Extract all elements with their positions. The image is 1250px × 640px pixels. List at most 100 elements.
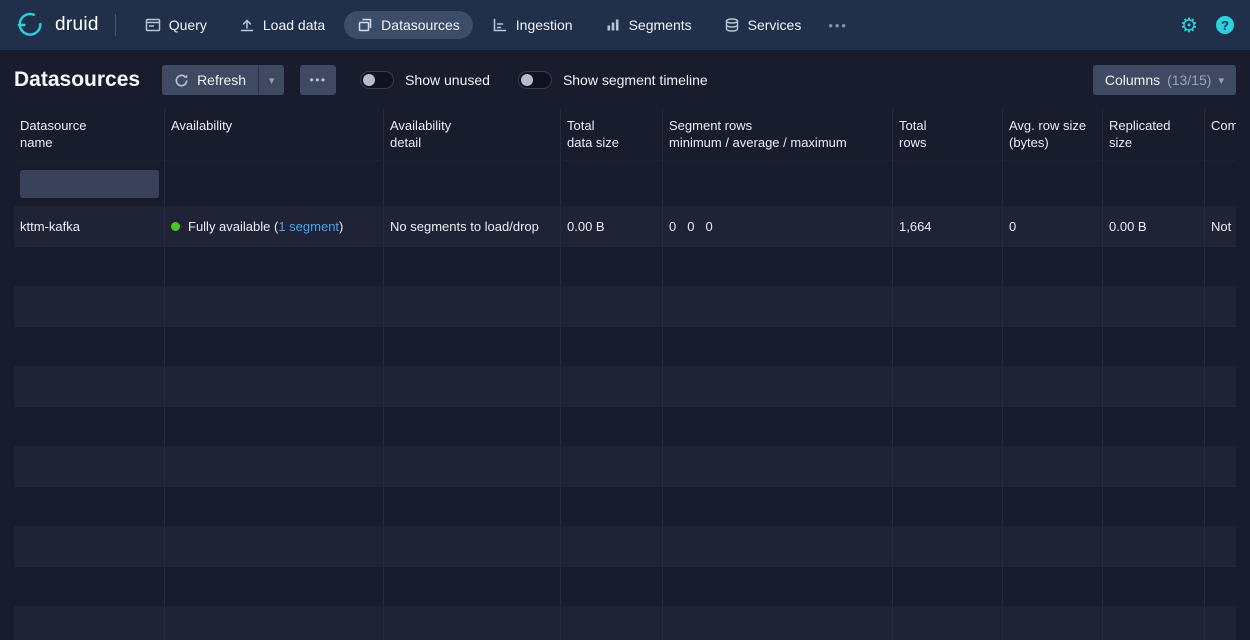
empty-cell (561, 407, 663, 446)
empty-cell (1205, 527, 1236, 566)
cell-total-rows: 1,664 (893, 207, 1003, 246)
empty-cell (663, 567, 893, 606)
empty-cell (1205, 447, 1236, 486)
empty-cell (14, 327, 165, 366)
empty-cell (561, 487, 663, 526)
empty-cell (893, 367, 1003, 406)
segment-count-link[interactable]: 1 segment (278, 219, 339, 234)
empty-cell (165, 327, 384, 366)
top-nav-bar: druid Query Load data (0, 0, 1250, 50)
show-unused-toggle[interactable]: Show unused (360, 71, 490, 89)
datasources-icon (357, 17, 373, 33)
cell-compaction: Not (1205, 207, 1236, 246)
nav-item-query[interactable]: Query (132, 11, 220, 39)
empty-cell (384, 367, 561, 406)
empty-cell (893, 247, 1003, 286)
empty-cell (1003, 407, 1103, 446)
table-row-empty (14, 487, 1236, 527)
empty-cell (1003, 527, 1103, 566)
help-icon[interactable]: ? (1216, 16, 1234, 34)
empty-cell (1205, 247, 1236, 286)
nav-label: Query (169, 17, 207, 33)
settings-gear-icon[interactable]: ⚙ (1180, 15, 1198, 35)
empty-cell (663, 247, 893, 286)
services-icon (724, 17, 740, 33)
empty-cell (1003, 287, 1103, 326)
ingestion-icon (492, 17, 508, 33)
empty-cell (561, 567, 663, 606)
empty-cell (1003, 247, 1103, 286)
filter-cell (384, 161, 561, 206)
upload-icon (239, 17, 255, 33)
druid-logo-icon (16, 10, 46, 40)
empty-cell (384, 447, 561, 486)
empty-cell (561, 607, 663, 640)
column-header-segment-rows[interactable]: Segment rows minimum / average / maximum (663, 109, 893, 160)
empty-cell (1103, 287, 1205, 326)
column-header-total-data-size[interactable]: Total data size (561, 109, 663, 160)
show-segment-timeline-toggle[interactable]: Show segment timeline (518, 71, 708, 89)
empty-cell (14, 367, 165, 406)
empty-cell (165, 247, 384, 286)
empty-cell (663, 407, 893, 446)
cell-avg-row-size: 0 (1003, 207, 1103, 246)
column-header-availability-detail[interactable]: Availability detail (384, 109, 561, 160)
empty-cell (663, 287, 893, 326)
table-row-empty (14, 287, 1236, 327)
refresh-button-group: Refresh ▾ (162, 65, 284, 95)
nav-item-ingestion[interactable]: Ingestion (479, 11, 586, 39)
cell-datasource-name[interactable]: kttm-kafka (14, 207, 165, 246)
empty-cell (165, 407, 384, 446)
segment-rows-avg: 0 (687, 219, 694, 234)
columns-count: (13/15) (1167, 72, 1211, 88)
nav-item-datasources[interactable]: Datasources (344, 11, 473, 39)
caret-down-icon: ▾ (269, 74, 275, 87)
table-filter-row (14, 161, 1236, 207)
datasources-table: Datasource name Availability Availabilit… (14, 109, 1236, 640)
empty-cell (165, 487, 384, 526)
segment-rows-max: 0 (705, 219, 712, 234)
toggle-knob (363, 74, 375, 86)
empty-cell (561, 327, 663, 366)
empty-cell (165, 527, 384, 566)
nav-label: Datasources (381, 17, 460, 33)
refresh-button[interactable]: Refresh (162, 65, 258, 95)
empty-cell (561, 367, 663, 406)
empty-cell (1103, 567, 1205, 606)
status-dot-green (171, 222, 180, 231)
nav-more-button[interactable]: ••• (820, 12, 856, 39)
nav-label: Services (748, 17, 802, 33)
empty-cell (14, 567, 165, 606)
nav-item-load-data[interactable]: Load data (226, 11, 338, 39)
cell-availability-detail: No segments to load/drop (384, 207, 561, 246)
empty-cell (1205, 567, 1236, 606)
column-header-total-rows[interactable]: Total rows (893, 109, 1003, 160)
nav-item-services[interactable]: Services (711, 11, 815, 39)
filter-cell (663, 161, 893, 206)
filter-cell (561, 161, 663, 206)
empty-cell (384, 327, 561, 366)
columns-label: Columns (1105, 72, 1160, 88)
toggle-label: Show unused (405, 72, 490, 88)
column-header-datasource-name[interactable]: Datasource name (14, 109, 165, 160)
caret-down-icon: ▾ (1218, 74, 1224, 87)
empty-cell (384, 287, 561, 326)
brand-name: druid (55, 14, 99, 36)
more-actions-button[interactable]: ••• (300, 65, 336, 95)
column-header-replicated-size[interactable]: Replicated size (1103, 109, 1205, 160)
column-header-availability[interactable]: Availability (165, 109, 384, 160)
empty-cell (384, 247, 561, 286)
empty-cell (893, 527, 1003, 566)
column-header-avg-row-size[interactable]: Avg. row size (bytes) (1003, 109, 1103, 160)
refresh-dropdown-button[interactable]: ▾ (258, 65, 284, 95)
columns-selector-button[interactable]: Columns (13/15) ▾ (1093, 65, 1236, 95)
filter-cell (165, 161, 384, 206)
empty-cell (893, 327, 1003, 366)
empty-cell (1003, 567, 1103, 606)
druid-brand[interactable]: druid (16, 10, 99, 40)
empty-cell (384, 407, 561, 446)
column-header-compaction[interactable]: Com (1205, 109, 1236, 160)
datasource-name-filter-input[interactable] (20, 170, 159, 198)
empty-cell (14, 527, 165, 566)
nav-item-segments[interactable]: Segments (592, 11, 705, 39)
